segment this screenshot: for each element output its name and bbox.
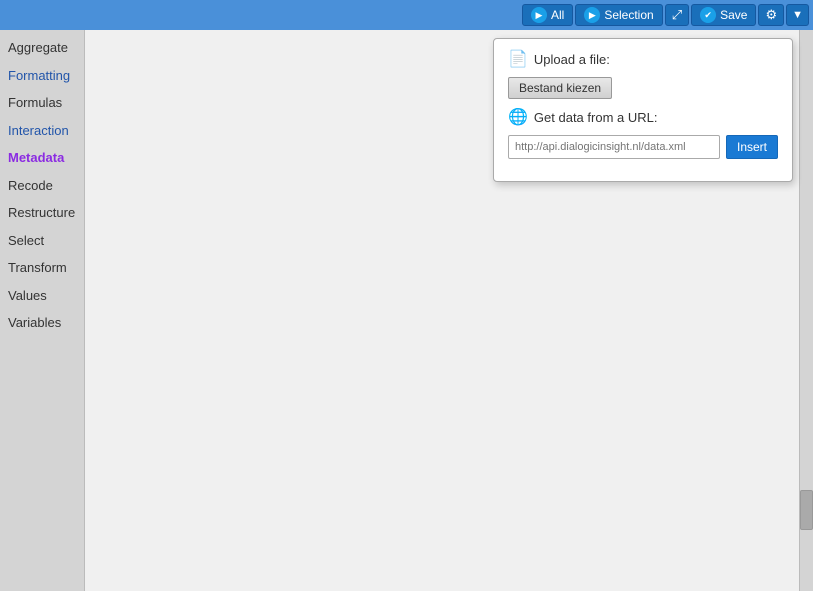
content-area: 📄 Upload a file: Bestand kiezen 🌐 Get da… [85, 30, 799, 591]
dropdown-arrow-button[interactable]: ▼ [786, 4, 809, 26]
sidebar-item-transform[interactable]: Transform [0, 254, 84, 282]
sidebar-item-select[interactable]: Select [0, 227, 84, 255]
sidebar-item-restructure[interactable]: Restructure [0, 199, 84, 227]
gear-button[interactable]: ⚙ [758, 4, 784, 26]
scrollbar[interactable] [799, 30, 813, 591]
selection-play-icon: ▶ [584, 7, 600, 23]
expand-button[interactable]: ⤢ [665, 4, 689, 26]
sidebar-item-variables[interactable]: Variables [0, 309, 84, 337]
dropdown-arrow-icon: ▼ [792, 9, 803, 21]
save-check-icon: ✔ [700, 7, 716, 23]
data-source-popup: 📄 Upload a file: Bestand kiezen 🌐 Get da… [493, 38, 793, 182]
scrollbar-thumb[interactable] [800, 490, 813, 530]
save-button[interactable]: ✔ Save [691, 4, 756, 26]
sidebar-item-formulas[interactable]: Formulas [0, 89, 84, 117]
choose-file-row: Bestand kiezen [508, 77, 778, 99]
insert-button[interactable]: Insert [726, 135, 778, 159]
all-play-icon: ▶ [531, 7, 547, 23]
selection-button[interactable]: ▶ Selection [575, 4, 662, 26]
file-icon: 📄 [508, 49, 528, 69]
save-label: Save [720, 8, 747, 22]
toolbar: ▶ All ▶ Selection ⤢ ✔ Save ⚙ ▼ [0, 0, 813, 30]
upload-row: 📄 Upload a file: [508, 49, 778, 69]
gear-icon: ⚙ [765, 7, 777, 23]
url-input-row: Insert [508, 135, 778, 159]
upload-label: Upload a file: [534, 52, 610, 67]
url-label-row: 🌐 Get data from a URL: [508, 107, 778, 127]
sidebar-item-recode[interactable]: Recode [0, 172, 84, 200]
all-button[interactable]: ▶ All [522, 4, 573, 26]
sidebar-item-interaction[interactable]: Interaction [0, 117, 84, 145]
all-label: All [551, 8, 564, 22]
sidebar-item-metadata[interactable]: Metadata [0, 144, 84, 172]
sidebar: Aggregate Formatting Formulas Interactio… [0, 30, 85, 591]
expand-icon: ⤢ [672, 7, 682, 23]
url-input[interactable] [508, 135, 720, 159]
url-label: Get data from a URL: [534, 110, 658, 125]
choose-file-button[interactable]: Bestand kiezen [508, 77, 612, 99]
sidebar-item-formatting[interactable]: Formatting [0, 62, 84, 90]
sidebar-item-values[interactable]: Values [0, 282, 84, 310]
sidebar-item-aggregate[interactable]: Aggregate [0, 34, 84, 62]
url-icon: 🌐 [508, 107, 528, 127]
selection-label: Selection [604, 8, 653, 22]
main-area: Aggregate Formatting Formulas Interactio… [0, 30, 813, 591]
